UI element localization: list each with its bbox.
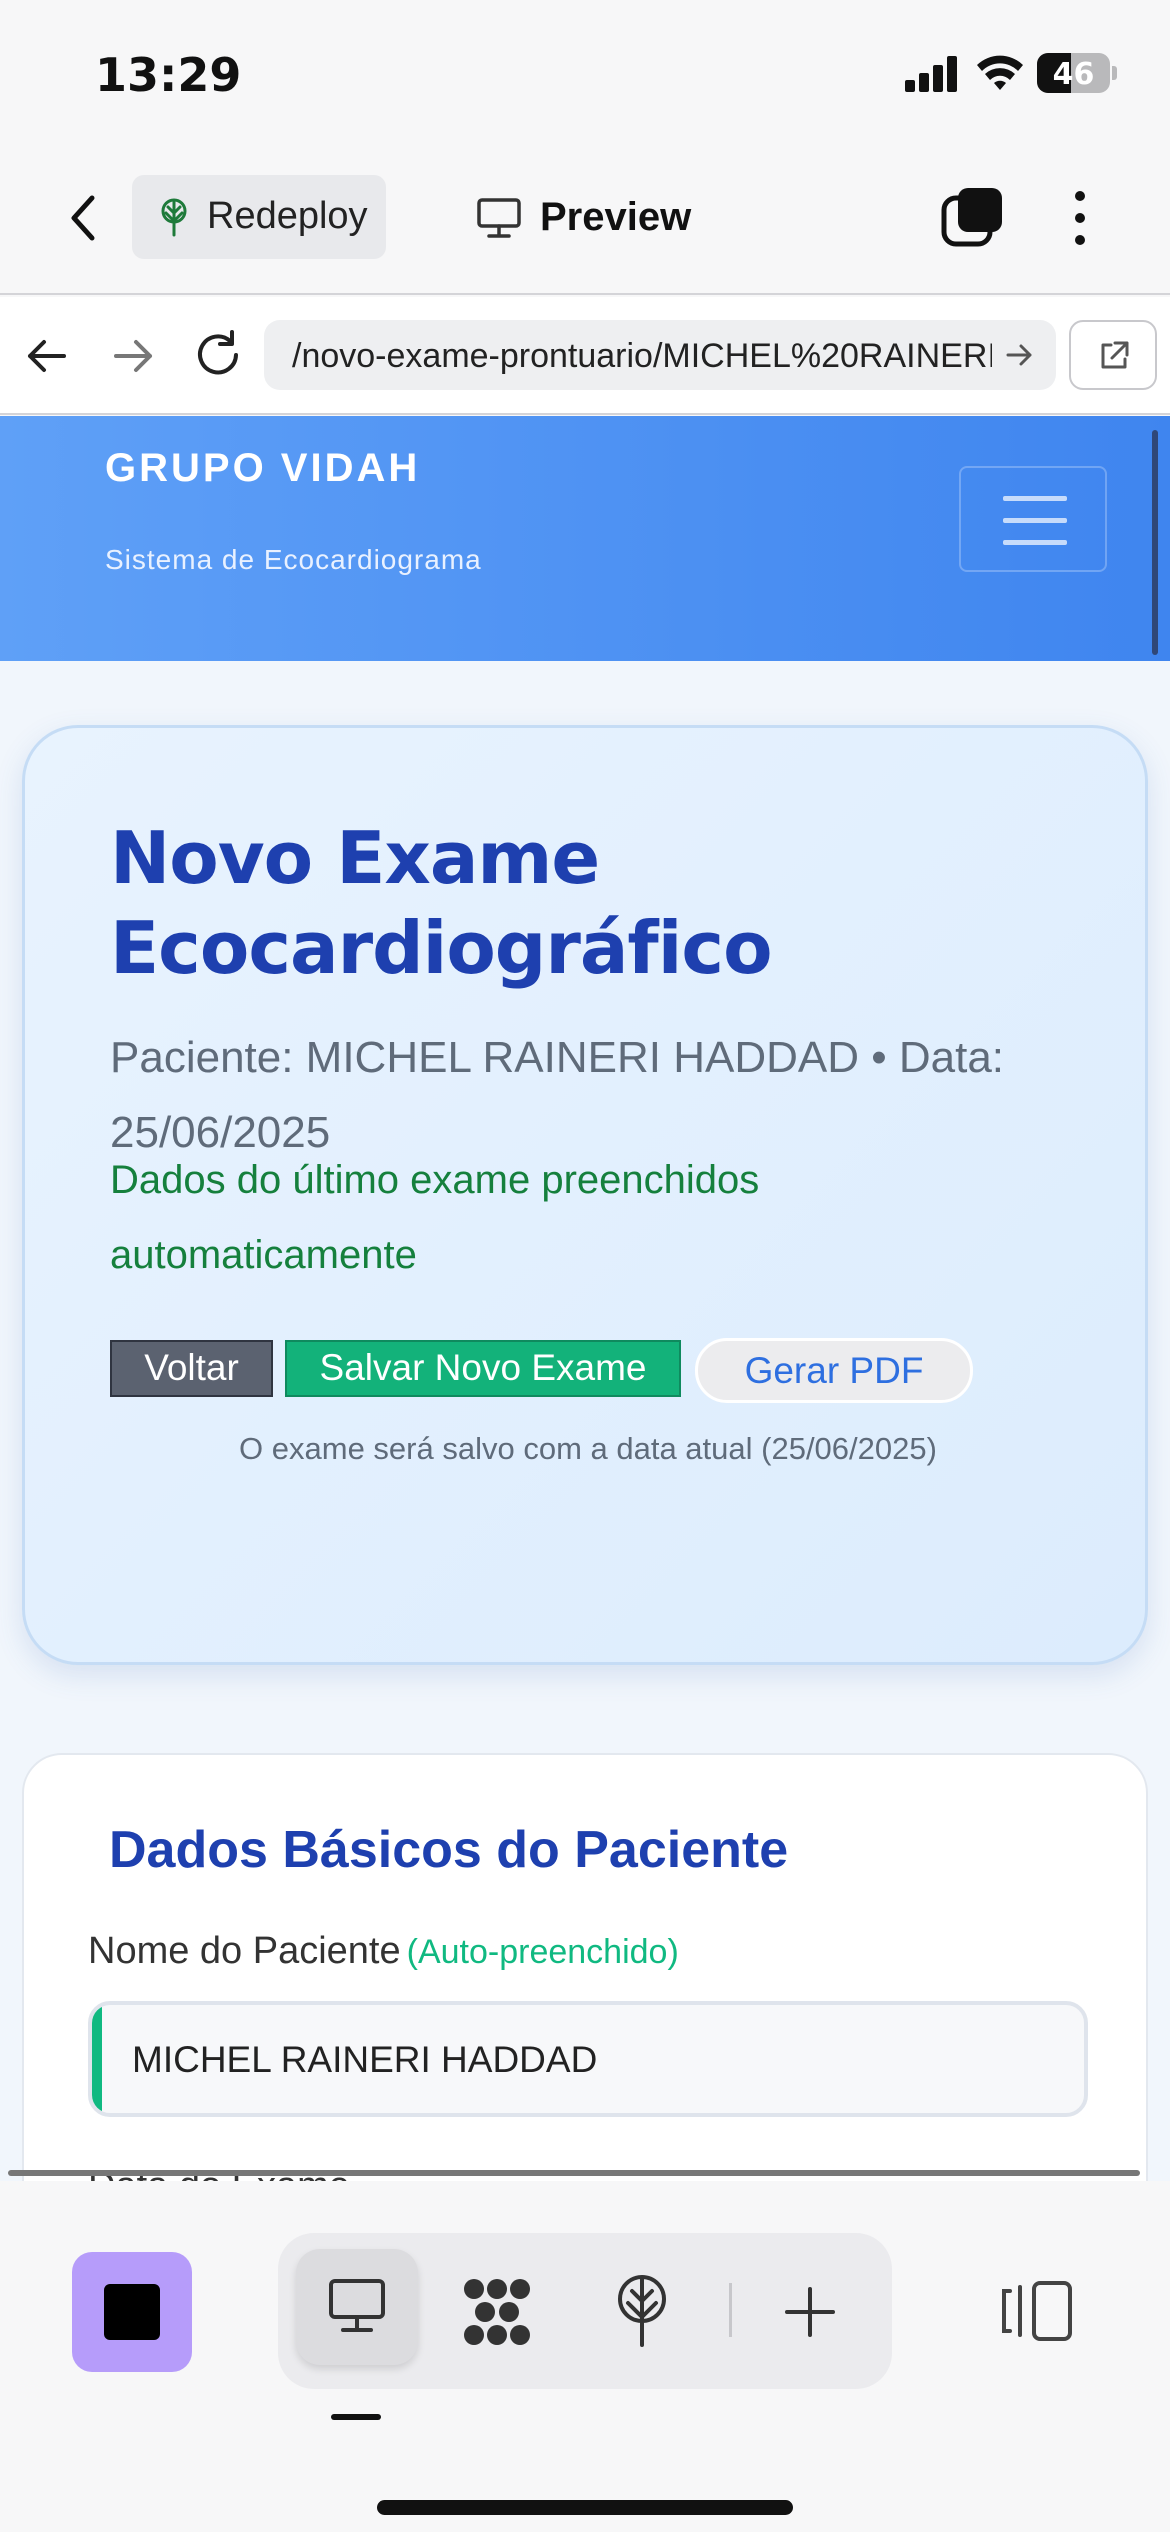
patient-name-label: Nome do Paciente (Auto-preenchido) [88,1930,679,1973]
brand-title[interactable]: GRUPO VIDAH [105,446,420,491]
monitor-icon [477,198,521,238]
hamburger-menu-button[interactable] [959,466,1107,572]
exam-hero-card: Novo Exame Ecocardiográfico Paciente: MI… [22,725,1148,1665]
page-scrollbar[interactable] [1152,430,1158,655]
battery-tip [1112,66,1117,80]
battery-percentage: 46 [1052,57,1095,92]
status-bar: 13:29 46 [0,0,1170,150]
external-link-icon [1101,341,1129,369]
home-indicator [377,2500,793,2515]
toolbar-divider [729,2283,732,2337]
autofill-message: Dados do último exame preenchidos automa… [110,1158,760,1277]
redeploy-label: Redeploy [207,195,368,237]
stop-icon [104,2284,160,2340]
plus-icon[interactable] [783,2285,837,2339]
arrow-right-small-icon[interactable] [1004,340,1034,370]
chevron-left-icon[interactable] [62,190,106,246]
arrow-right-icon[interactable] [110,333,156,379]
panel-toggle-icon[interactable] [1000,2279,1074,2343]
deploy-icon[interactable] [614,2275,670,2347]
workflow-icon[interactable] [460,2277,534,2347]
tool-group [278,2233,892,2389]
wifi-icon [977,55,1023,90]
more-vertical-icon[interactable] [1062,188,1098,248]
generate-pdf-button[interactable]: Gerar PDF [695,1338,973,1403]
status-time: 13:29 [95,48,242,102]
patient-name-label-text: Nome do Paciente [88,1930,401,1972]
page-load-indicator [8,2170,1140,2176]
section-title: Dados Básicos do Paciente [109,1821,789,1879]
reload-icon[interactable] [192,329,244,381]
redeploy-button[interactable]: Redeploy [132,175,386,259]
desktop-icon [329,2279,385,2332]
save-date-note: O exame será salvo com a data atual (25/… [239,1431,937,1466]
browser-bar: /novo-exame-prontuario/MICHEL%20RAINERI%… [0,297,1170,415]
battery-icon: 46 [1037,53,1110,93]
preview-tab[interactable]: Preview [470,175,730,259]
url-text: /novo-exame-prontuario/MICHEL%20RAINERI%… [292,337,992,375]
stop-button[interactable] [72,2252,192,2372]
bottom-toolbar [0,2181,1170,2532]
external-link-button[interactable] [1069,320,1157,390]
preview-label: Preview [540,195,692,239]
url-field[interactable]: /novo-exame-prontuario/MICHEL%20RAINERI%… [264,320,1056,390]
app-bar: Redeploy Preview [0,150,1170,295]
autofill-hint: (Auto-preenchido) [406,1933,679,1971]
active-tab-indicator [331,2414,381,2420]
brand-subtitle: Sistema de Ecocardiograma [105,544,482,575]
back-button[interactable]: Voltar [110,1340,273,1397]
basic-data-card: Dados Básicos do Paciente Nome do Pacien… [22,1753,1148,2181]
page-title: Novo Exame Ecocardiográfico [110,816,773,990]
patient-name-input[interactable]: MICHEL RAINERI HADDAD [88,2001,1088,2117]
redeploy-tree-icon [161,198,187,237]
save-exam-button[interactable]: Salvar Novo Exame [285,1340,681,1397]
desktop-tool-button[interactable] [296,2249,418,2365]
site-header: GRUPO VIDAH Sistema de Ecocardiograma [0,416,1170,661]
page-content: Novo Exame Ecocardiográfico Paciente: MI… [0,661,1170,2181]
cellular-signal-icon [905,56,957,92]
arrow-left-icon[interactable] [24,333,70,379]
patient-name-value: MICHEL RAINERI HADDAD [132,2039,598,2080]
tabs-icon[interactable] [940,184,1006,250]
